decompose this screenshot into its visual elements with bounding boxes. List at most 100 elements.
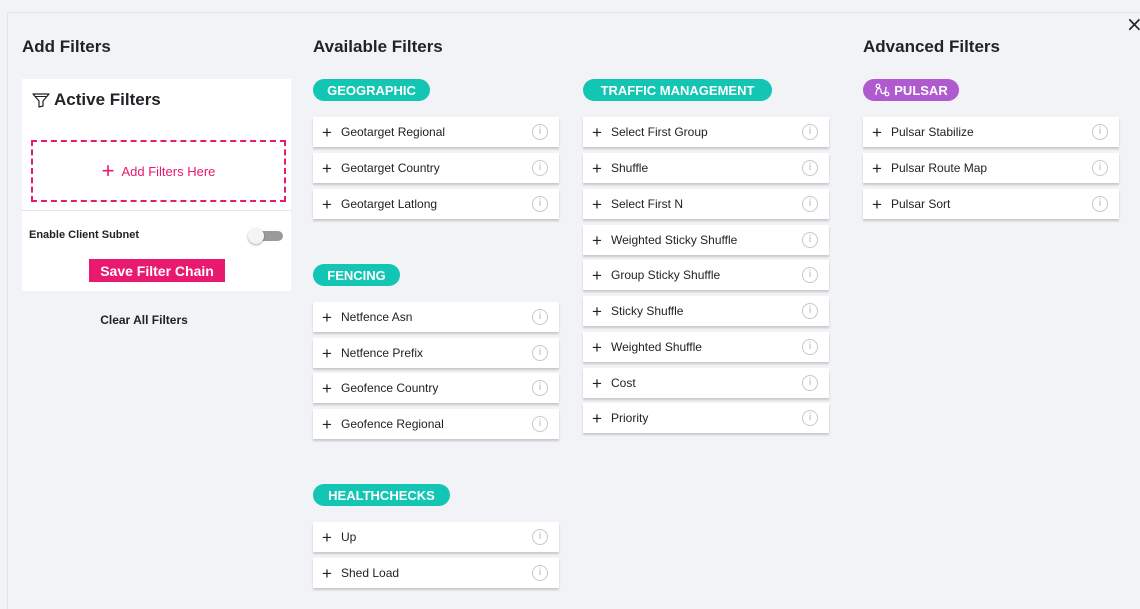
plus-icon: + bbox=[322, 378, 332, 398]
info-icon[interactable]: i bbox=[532, 380, 548, 396]
category-label: HEALTHCHECKS bbox=[328, 487, 435, 503]
add-filters-title: Add Filters bbox=[22, 37, 111, 56]
pulsar-icon bbox=[875, 83, 890, 97]
filter-netfence-asn[interactable]: + Netfence Asn i bbox=[313, 302, 559, 332]
clear-all-filters-link[interactable]: Clear All Filters bbox=[22, 313, 266, 327]
enable-client-subnet-toggle[interactable] bbox=[248, 228, 284, 244]
funnel-icon bbox=[32, 93, 50, 108]
info-icon[interactable]: i bbox=[802, 160, 818, 176]
filter-label: Netfence Asn bbox=[341, 310, 413, 324]
category-label: GEOGRAPHIC bbox=[327, 82, 416, 98]
plus-icon: + bbox=[592, 337, 602, 357]
filter-geofence-regional[interactable]: + Geofence Regional i bbox=[313, 409, 559, 439]
info-icon[interactable]: i bbox=[532, 309, 548, 325]
plus-icon: + bbox=[592, 230, 602, 250]
filter-label: Geotarget Country bbox=[341, 161, 440, 175]
info-icon[interactable]: i bbox=[532, 160, 548, 176]
info-icon[interactable]: i bbox=[802, 196, 818, 212]
plus-icon: + bbox=[322, 343, 332, 363]
info-icon[interactable]: i bbox=[802, 410, 818, 426]
plus-icon: + bbox=[322, 563, 332, 583]
filter-label: Weighted Sticky Shuffle bbox=[611, 233, 738, 247]
info-icon[interactable]: i bbox=[1092, 160, 1108, 176]
save-filter-chain-button[interactable]: Save Filter Chain bbox=[89, 259, 225, 282]
close-icon[interactable]: × bbox=[1126, 14, 1140, 34]
filter-label: Pulsar Route Map bbox=[891, 161, 988, 175]
plus-icon: + bbox=[322, 122, 332, 142]
filter-priority[interactable]: + Priority i bbox=[583, 403, 829, 433]
filter-weighted-sticky-shuffle[interactable]: + Weighted Sticky Shuffle i bbox=[583, 225, 829, 255]
filter-geofence-country[interactable]: + Geofence Country i bbox=[313, 373, 559, 403]
active-filters-heading: Active Filters bbox=[32, 90, 161, 110]
filter-pulsar-stabilize[interactable]: + Pulsar Stabilize i bbox=[863, 117, 1119, 147]
filter-label: Sticky Shuffle bbox=[611, 304, 684, 318]
active-filters-title: Active Filters bbox=[54, 90, 161, 109]
plus-icon: + bbox=[322, 527, 332, 547]
plus-icon: + bbox=[592, 158, 602, 178]
filter-select-first-group[interactable]: + Select First Group i bbox=[583, 117, 829, 147]
filter-shed-load[interactable]: + Shed Load i bbox=[313, 558, 559, 588]
filter-pulsar-sort[interactable]: + Pulsar Sort i bbox=[863, 189, 1119, 219]
plus-icon: + bbox=[872, 158, 882, 178]
filter-geotarget-country[interactable]: + Geotarget Country i bbox=[313, 153, 559, 183]
info-icon[interactable]: i bbox=[802, 375, 818, 391]
filter-label: Netfence Prefix bbox=[341, 346, 424, 360]
info-icon[interactable]: i bbox=[802, 267, 818, 283]
category-geographic: GEOGRAPHIC bbox=[313, 79, 430, 101]
filter-group-sticky-shuffle[interactable]: + Group Sticky Shuffle i bbox=[583, 260, 829, 290]
available-filters-title: Available Filters bbox=[313, 37, 443, 56]
filter-label: Geofence Country bbox=[341, 381, 439, 395]
plus-icon: + bbox=[592, 194, 602, 214]
plus-icon: + bbox=[592, 265, 602, 285]
category-fencing: FENCING bbox=[313, 264, 400, 286]
add-filters-dropzone[interactable]: + Add Filters Here bbox=[31, 140, 286, 202]
filter-label: Priority bbox=[611, 411, 649, 425]
plus-icon: + bbox=[322, 307, 332, 327]
panel-divider bbox=[22, 210, 291, 211]
info-icon[interactable]: i bbox=[802, 303, 818, 319]
filter-shuffle[interactable]: + Shuffle i bbox=[583, 153, 829, 183]
info-icon[interactable]: i bbox=[532, 529, 548, 545]
filter-label: Shuffle bbox=[611, 161, 649, 175]
advanced-filters-title: Advanced Filters bbox=[863, 37, 1000, 56]
filter-label: Pulsar Sort bbox=[891, 197, 951, 211]
plus-icon: + bbox=[592, 301, 602, 321]
info-icon[interactable]: i bbox=[1092, 196, 1108, 212]
filter-pulsar-route-map[interactable]: + Pulsar Route Map i bbox=[863, 153, 1119, 183]
category-label: FENCING bbox=[327, 267, 386, 283]
filter-netfence-prefix[interactable]: + Netfence Prefix i bbox=[313, 338, 559, 368]
info-icon[interactable]: i bbox=[532, 345, 548, 361]
plus-icon: + bbox=[322, 194, 332, 214]
info-icon[interactable]: i bbox=[532, 565, 548, 581]
info-icon[interactable]: i bbox=[532, 124, 548, 140]
info-icon[interactable]: i bbox=[532, 196, 548, 212]
toggle-knob bbox=[248, 228, 264, 244]
filter-label: Select First N bbox=[611, 197, 684, 211]
dropzone-label: Add Filters Here bbox=[121, 163, 216, 179]
filter-label: Geotarget Regional bbox=[341, 125, 446, 139]
plus-icon: + bbox=[872, 194, 882, 214]
plus-icon: + bbox=[872, 122, 882, 142]
filter-weighted-shuffle[interactable]: + Weighted Shuffle i bbox=[583, 332, 829, 362]
info-icon[interactable]: i bbox=[532, 416, 548, 432]
enable-client-subnet-label: Enable Client Subnet bbox=[29, 229, 140, 241]
category-traffic-management: TRAFFIC MANAGEMENT bbox=[583, 79, 772, 101]
filter-label: Cost bbox=[611, 376, 636, 390]
plus-icon: + bbox=[322, 414, 332, 434]
info-icon[interactable]: i bbox=[802, 124, 818, 140]
info-icon[interactable]: i bbox=[1092, 124, 1108, 140]
info-icon[interactable]: i bbox=[802, 339, 818, 355]
filter-label: Select First Group bbox=[611, 125, 708, 139]
filter-label: Shed Load bbox=[341, 566, 400, 580]
plus-icon: + bbox=[322, 158, 332, 178]
category-label: TRAFFIC MANAGEMENT bbox=[600, 82, 755, 98]
info-icon[interactable]: i bbox=[802, 232, 818, 248]
filter-geotarget-regional[interactable]: + Geotarget Regional i bbox=[313, 117, 559, 147]
filter-label: Pulsar Stabilize bbox=[891, 125, 974, 139]
filter-select-first-n[interactable]: + Select First N i bbox=[583, 189, 829, 219]
filter-sticky-shuffle[interactable]: + Sticky Shuffle i bbox=[583, 296, 829, 326]
filter-cost[interactable]: + Cost i bbox=[583, 368, 829, 398]
filter-label: Weighted Shuffle bbox=[611, 340, 702, 354]
filter-up[interactable]: + Up i bbox=[313, 522, 559, 552]
filter-geotarget-latlong[interactable]: + Geotarget Latlong i bbox=[313, 189, 559, 219]
